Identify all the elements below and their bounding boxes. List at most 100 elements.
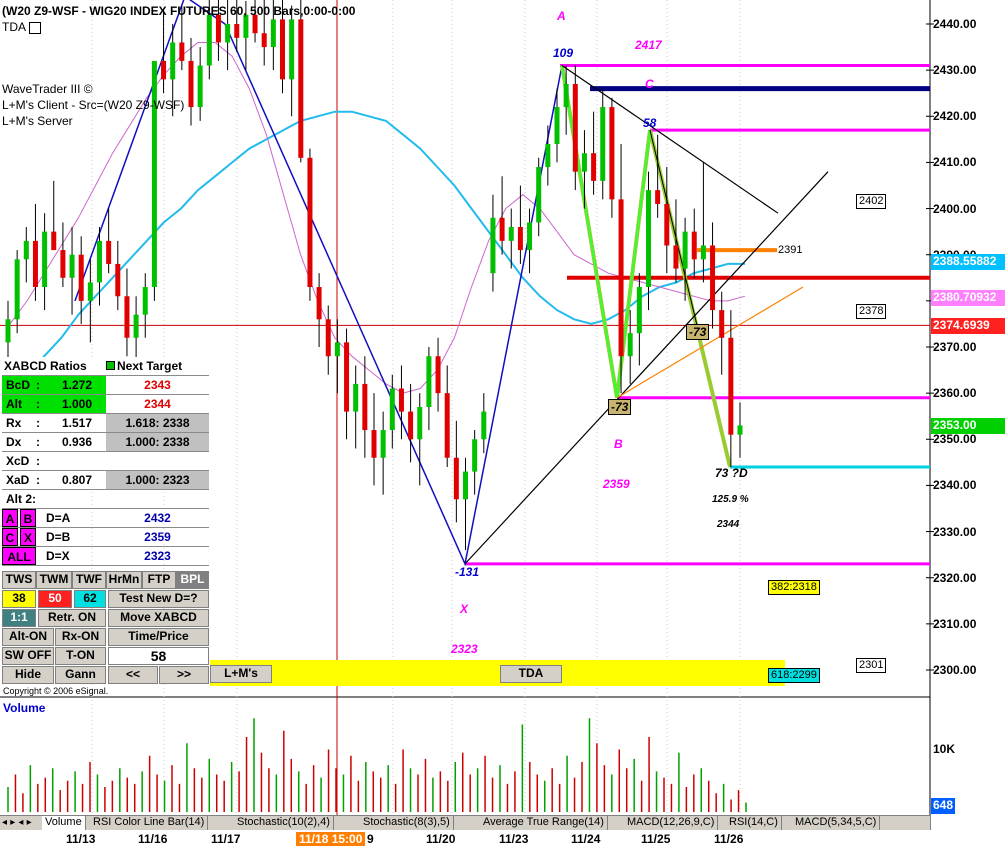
tab-6[interactable]: RSI(14,C) [726, 816, 782, 830]
candle-body [435, 356, 441, 394]
y-axis: 2300.00 2310.00 2320.00 2330.00 2340.00 2350.… [931, 0, 1005, 830]
tf-hrmn-button[interactable]: HrMn [106, 571, 142, 589]
alt-on-button[interactable]: Alt-ON [2, 628, 54, 646]
candle-body [325, 319, 331, 357]
wavetrader-line-2: L+M's Client - Src=(W20 Z9-WSF) [2, 98, 185, 112]
y-tick-label: 2370.00 [933, 340, 977, 354]
candle-body [197, 65, 203, 108]
price-X: 2323 [451, 642, 478, 656]
candle-body [133, 314, 139, 338]
candle-body [124, 296, 130, 338]
candle-body [307, 157, 313, 288]
box-2402: 2402 [856, 194, 887, 209]
indicator-tabs: ◂ ▸ ◂ ▸ Volume RSI Color Line Bar(14) Stoc… [0, 815, 930, 831]
candle-body [472, 439, 478, 472]
candle-body [499, 217, 505, 241]
move-xabcd-button[interactable]: Move XABCD [108, 609, 209, 627]
ratio-target: 1.000: 2338 [106, 433, 209, 451]
pair-a-button[interactable]: A [2, 509, 18, 527]
header-ratios: XABCD Ratios [4, 359, 87, 373]
candle-body [536, 167, 542, 223]
panel-header: XABCD Ratios Next Target [2, 357, 209, 376]
pair-value: 2359 [144, 530, 171, 544]
t-on-button[interactable]: T-ON [55, 647, 106, 665]
tf-twm-button[interactable]: TWM [36, 571, 72, 589]
tab-3[interactable]: Stochastic(8(3),5) [360, 816, 454, 830]
ratio-row: Dx:0.936 1.000: 2338 [2, 433, 209, 452]
tab-1[interactable]: RSI Color Line Bar(14) [90, 816, 209, 830]
candle-body [316, 287, 322, 320]
candle-body [225, 24, 231, 43]
x-tick-label: 11/16 [138, 832, 168, 846]
pair-a-button[interactable]: C [2, 528, 18, 546]
candle-body [371, 430, 377, 458]
pair-row: ALL D=X 2323 [2, 547, 209, 566]
price-box-red: 2374.6939 [931, 318, 1005, 334]
candle-body [389, 388, 395, 431]
candle-body [737, 425, 743, 435]
tab-0[interactable]: Volume [42, 816, 86, 830]
box-2391: 2391 [778, 244, 803, 256]
candle-body [527, 222, 533, 251]
tab-5[interactable]: MACD(12,26,9,C) [624, 816, 719, 830]
tab-4[interactable]: Average True Range(14) [480, 816, 608, 830]
test-new-d-button[interactable]: Test New D=? [108, 590, 209, 608]
time-price-button[interactable]: Time/Price [108, 628, 209, 646]
next-button[interactable]: >> [159, 666, 209, 684]
ratio-1-1-button[interactable]: 1:1 [2, 609, 36, 627]
pct-label: 125.9 % [712, 494, 749, 505]
candle-body [380, 430, 386, 458]
y-tick-label: 2440.00 [933, 17, 977, 31]
sw-off-button[interactable]: SW OFF [2, 647, 54, 665]
tf-ftp-button[interactable]: FTP [142, 571, 176, 589]
candle-body [69, 254, 75, 278]
fib-62-button[interactable]: 62 [74, 590, 106, 608]
tf-tws-button[interactable]: TWS [2, 571, 36, 589]
ratio-target [106, 452, 209, 470]
ratio-label: Alt:1.000 [2, 395, 106, 413]
value-A: 109 [553, 46, 574, 60]
rx-on-button[interactable]: Rx-ON [55, 628, 106, 646]
candle-body [600, 107, 606, 181]
wavetrader-line-3: L+M's Server [2, 114, 73, 128]
tf-bpl-button[interactable]: BPL [176, 571, 209, 589]
hide-button[interactable]: Hide [2, 666, 54, 684]
tab-2[interactable]: Stochastic(10(2),4) [234, 816, 334, 830]
candle-body [655, 190, 661, 204]
fib-50-button[interactable]: 50 [38, 590, 72, 608]
candle-body [710, 245, 716, 311]
y-tick-label: 2320.00 [933, 570, 977, 585]
gann-button[interactable]: Gann [55, 666, 106, 684]
pair-b-button[interactable]: X [20, 528, 36, 546]
ratio-row: Rx:1.517 1.618: 2338 [2, 414, 209, 433]
candle-body [517, 227, 523, 251]
candle-body [627, 333, 633, 357]
candle-body [179, 42, 185, 61]
tab-scroll-icons[interactable]: ◂ ▸ ◂ ▸ [2, 817, 32, 828]
retr-on-button[interactable]: Retr. ON [38, 609, 106, 627]
fib-38-button[interactable]: 38 [2, 590, 36, 608]
candle-body [353, 383, 359, 412]
tda-button[interactable]: TDA [500, 665, 562, 683]
candle-body [106, 240, 112, 264]
lm-button[interactable]: L+M's [210, 665, 272, 683]
tda-label: TDA [2, 20, 41, 34]
x-highlight-label: 11/18 15:00 [296, 832, 366, 846]
candle-body [664, 203, 670, 246]
pair-b-button[interactable]: B [20, 509, 36, 527]
candle-body [261, 33, 267, 48]
candle-body [700, 245, 706, 260]
prev-button[interactable]: << [108, 666, 158, 684]
candle-body [206, 14, 212, 66]
candle-body [508, 227, 514, 241]
chart-title: (W20 Z9-WSF - WIG20 INDEX FUTURES 60, 50… [2, 4, 356, 18]
tf-twf-button[interactable]: TWF [72, 571, 106, 589]
pair-all-button[interactable]: ALL [2, 547, 36, 565]
x-tick-label: 11/23 [499, 832, 529, 846]
candle-body [673, 245, 679, 269]
candle-body [289, 19, 295, 80]
tab-7[interactable]: MACD(5,34,5,C) [792, 816, 881, 830]
candle-body [188, 60, 194, 108]
volume-bars [7, 718, 747, 812]
candle-body [719, 310, 725, 338]
